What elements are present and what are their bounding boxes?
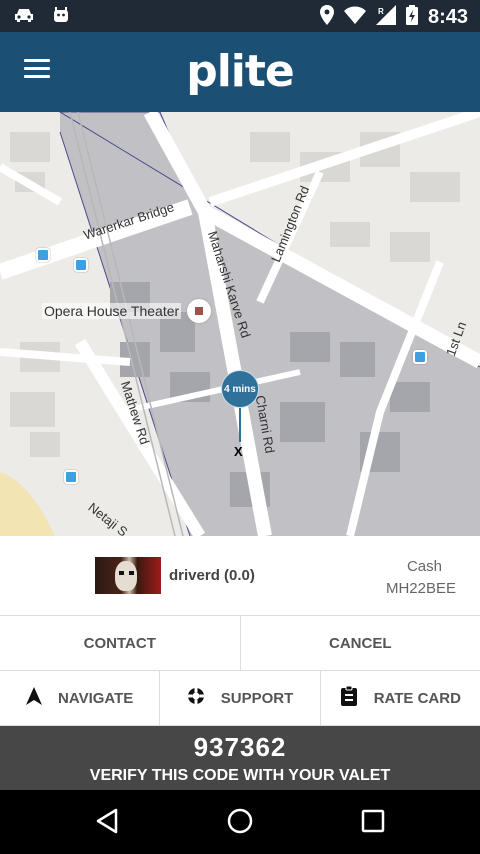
wifi-icon bbox=[343, 6, 366, 29]
android-robot-icon bbox=[52, 6, 70, 29]
verification-code: 937362 bbox=[193, 732, 287, 762]
payment-info: Cash MH22BEE bbox=[386, 556, 456, 600]
poi-label: Opera House Theater bbox=[42, 303, 182, 319]
bus-stop-icon[interactable] bbox=[413, 350, 427, 364]
app-logo: plite bbox=[186, 46, 295, 97]
driver-name: driverd (0.0) bbox=[169, 567, 255, 584]
support-label: SUPPORT bbox=[220, 689, 294, 707]
clipboard-icon bbox=[340, 685, 358, 710]
secondary-actions: NAVIGATE SUPPORT RATE CARD bbox=[0, 671, 480, 726]
payment-method: Cash bbox=[406, 558, 442, 575]
eta-pin[interactable]: 4 mins bbox=[221, 370, 259, 408]
driver-avatar bbox=[95, 557, 161, 594]
poi-marker-icon[interactable] bbox=[187, 299, 211, 323]
bus-stop-icon[interactable] bbox=[36, 248, 50, 262]
pin-stem bbox=[239, 408, 241, 442]
bus-stop-icon[interactable] bbox=[64, 470, 78, 484]
back-icon[interactable] bbox=[94, 807, 120, 840]
cancel-label: CANCEL bbox=[329, 634, 392, 652]
navigate-button[interactable]: NAVIGATE bbox=[0, 671, 161, 725]
app-bar: plite bbox=[0, 32, 480, 112]
svg-text:R: R bbox=[378, 7, 384, 16]
status-bar: R 8:43 bbox=[0, 0, 480, 32]
clock: 8:43 bbox=[427, 6, 468, 28]
navigation-arrow-icon bbox=[26, 687, 43, 709]
lifebuoy-icon bbox=[187, 687, 205, 709]
system-nav-bar bbox=[0, 790, 480, 854]
battery-icon bbox=[405, 5, 418, 30]
bus-stop-icon[interactable] bbox=[74, 258, 88, 272]
recents-icon[interactable] bbox=[360, 807, 386, 840]
primary-actions: CONTACT CANCEL bbox=[0, 616, 480, 671]
cancel-button[interactable]: CANCEL bbox=[241, 616, 480, 670]
support-button[interactable]: SUPPORT bbox=[160, 671, 321, 725]
verification-message: VERIFY THIS CODE WITH YOUR VALET bbox=[89, 767, 391, 784]
signal-icon: R bbox=[375, 5, 396, 30]
car-icon bbox=[14, 6, 36, 29]
location-icon bbox=[319, 5, 334, 30]
driver-panel: driverd (0.0) Cash MH22BEE bbox=[0, 536, 480, 616]
vehicle-plate: MH22BEE bbox=[385, 580, 456, 597]
navigate-label: NAVIGATE bbox=[58, 689, 134, 707]
contact-label: CONTACT bbox=[83, 634, 156, 652]
contact-button[interactable]: CONTACT bbox=[0, 616, 241, 670]
map-view[interactable]: Warerkar Bridge Maharshi Karve Rd Laming… bbox=[0, 112, 480, 536]
rate-card-button[interactable]: RATE CARD bbox=[321, 671, 480, 725]
home-icon[interactable] bbox=[226, 807, 254, 840]
rate-card-label: RATE CARD bbox=[373, 689, 461, 707]
pickup-marker: X bbox=[234, 444, 243, 459]
verification-bar: 937362 VERIFY THIS CODE WITH YOUR VALET bbox=[0, 726, 480, 790]
